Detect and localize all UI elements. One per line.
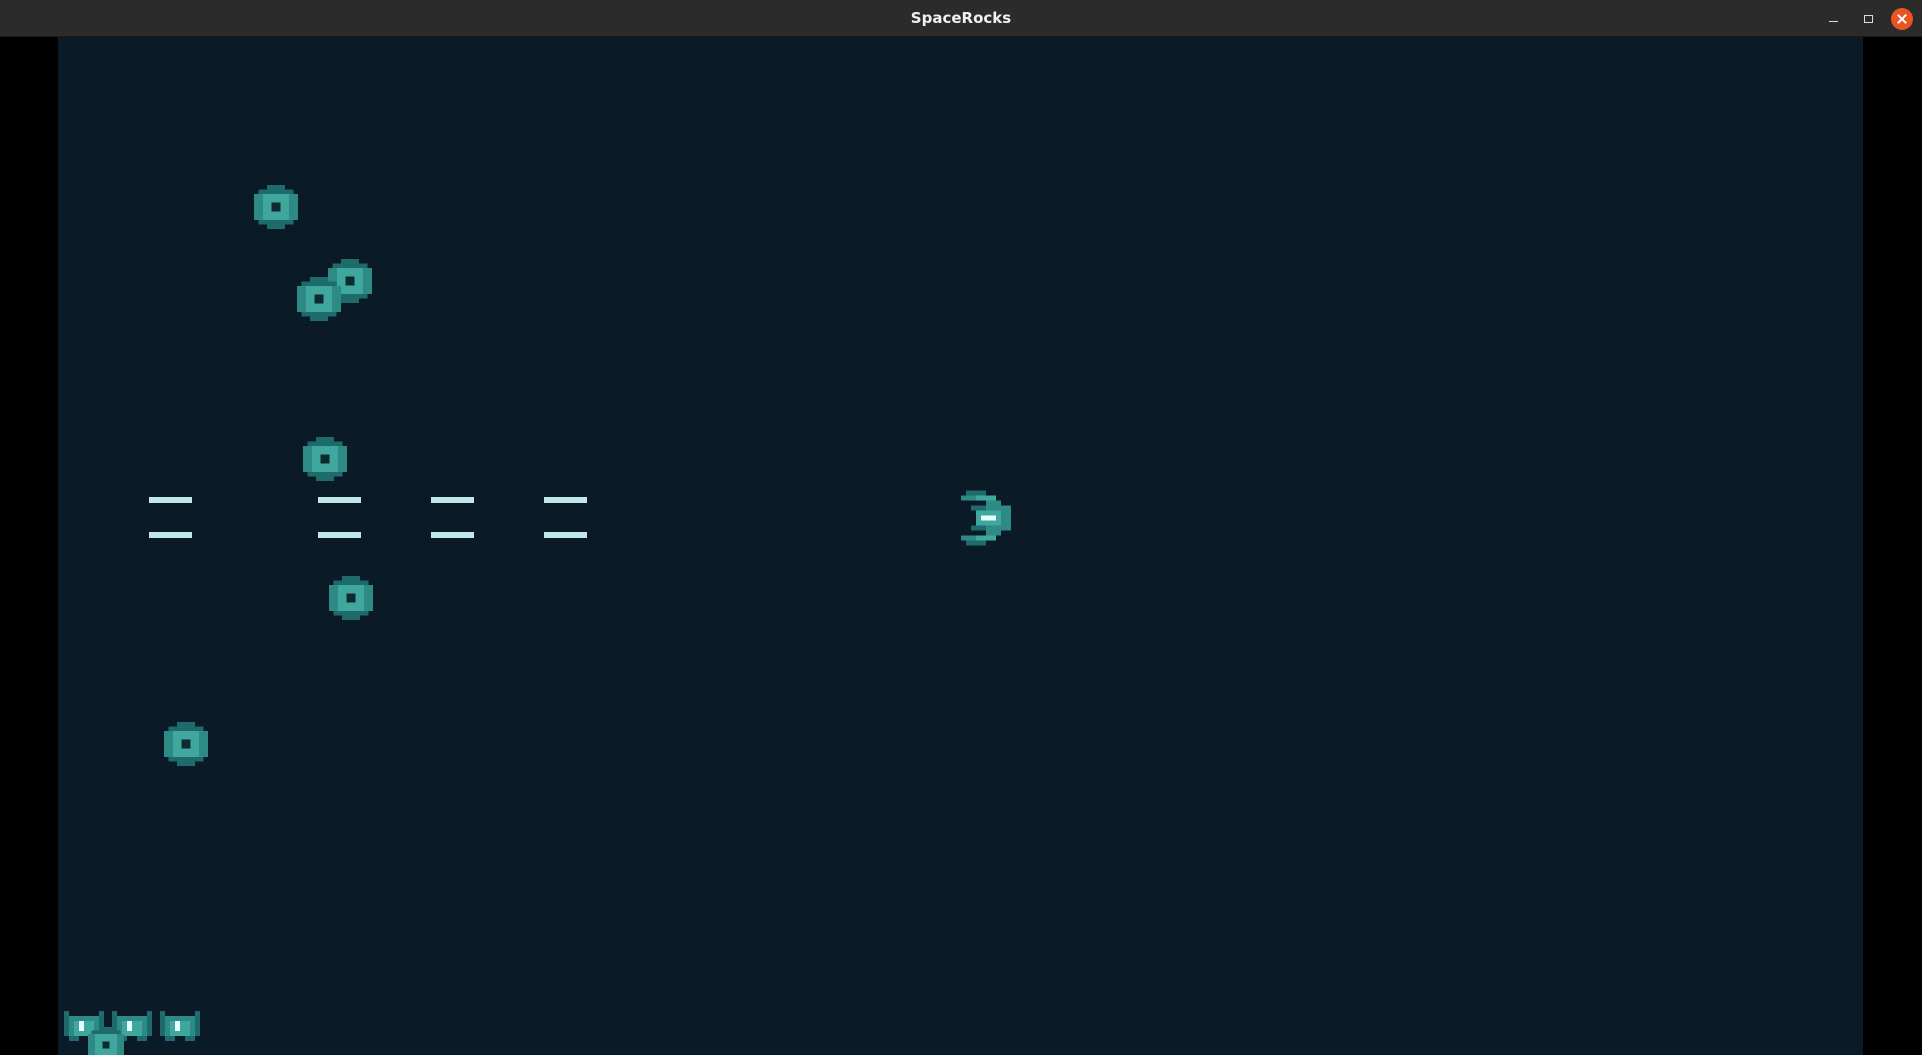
right-letterbox	[1863, 37, 1922, 1055]
life-ship-icon	[160, 1011, 200, 1041]
bullet	[544, 532, 587, 538]
minimize-button[interactable]	[1823, 8, 1845, 30]
bullet	[318, 497, 361, 503]
bullet	[544, 497, 587, 503]
asteroid-icon	[164, 722, 208, 766]
game-canvas[interactable]	[58, 37, 1863, 1055]
bullet	[431, 497, 474, 503]
asteroid-icon	[88, 1027, 124, 1055]
maximize-button[interactable]	[1857, 8, 1879, 30]
bullet	[431, 532, 474, 538]
bullet	[318, 532, 361, 538]
asteroid-icon	[329, 576, 373, 620]
left-letterbox	[0, 37, 58, 1055]
asteroid-icon	[254, 185, 298, 229]
spaceship-icon[interactable]	[961, 490, 1011, 546]
bullet	[149, 532, 192, 538]
bullet	[149, 497, 192, 503]
close-button[interactable]	[1891, 8, 1913, 30]
asteroid-icon	[297, 277, 341, 321]
asteroid-icon	[303, 437, 347, 481]
window-titlebar[interactable]: SpaceRocks	[0, 0, 1922, 37]
window-title: SpaceRocks	[910, 9, 1012, 27]
